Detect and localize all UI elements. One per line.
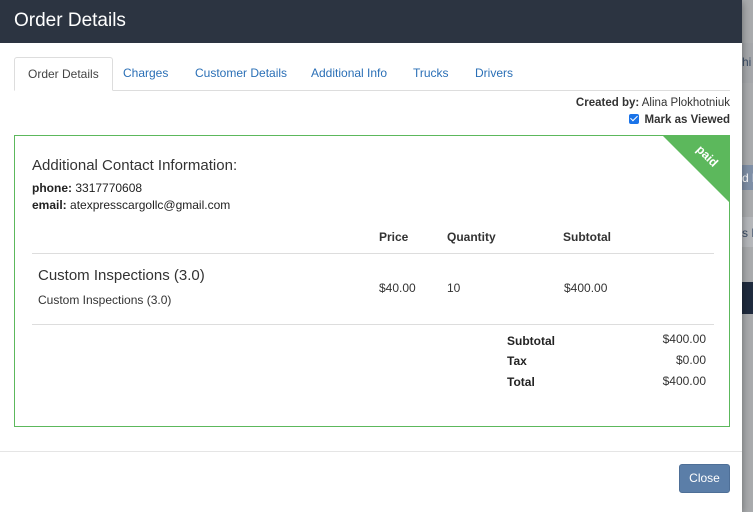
mark-as-viewed-label[interactable]: Mark as Viewed <box>645 114 730 126</box>
background-text-fragment: d l <box>742 171 753 185</box>
table-divider <box>32 253 714 254</box>
tab-order-details[interactable]: Order Details <box>14 57 113 91</box>
contact-email: email: atexpresscargollc@gmail.com <box>32 198 230 212</box>
item-quantity: 10 <box>447 281 461 295</box>
item-subtotal: $400.00 <box>564 281 608 295</box>
created-by-label: Created by: <box>575 97 640 109</box>
summary-tax-value: $0.00 <box>675 353 706 367</box>
contact-title: Additional Contact Information: <box>32 157 238 174</box>
modal-title: Order Details <box>14 10 126 31</box>
summary-tax-label: Tax <box>507 354 527 368</box>
summary-total-label: Total <box>507 375 535 389</box>
tab-drivers[interactable]: Drivers <box>462 57 526 91</box>
tab-bar: Order Details Charges Customer Details A… <box>14 57 730 91</box>
item-description: Custom Inspections (3.0) <box>38 293 172 307</box>
background-text-fragment: hi <box>742 55 752 69</box>
contact-phone: phone: 3317770608 <box>32 181 142 195</box>
summary-total-value: $400.00 <box>662 374 706 388</box>
mark-as-viewed[interactable]: Mark as Viewed <box>576 112 730 129</box>
summary-subtotal-label: Subtotal <box>507 334 555 348</box>
table-divider <box>32 324 714 325</box>
order-details-modal: Order Details Order Details Charges Cust… <box>0 0 742 512</box>
status-ribbon: paid <box>660 136 729 205</box>
tab-additional-info[interactable]: Additional Info <box>298 57 400 91</box>
tab-charges[interactable]: Charges <box>110 57 181 91</box>
tab-customer-details[interactable]: Customer Details <box>182 57 300 91</box>
email-value: atexpresscargollc@gmail.com <box>70 198 231 212</box>
created-by: Created by: Alina Plokhotniuk <box>576 95 730 112</box>
summary-subtotal-value: $400.00 <box>662 332 706 346</box>
footer-divider <box>0 451 742 452</box>
tab-trucks[interactable]: Trucks <box>400 57 462 91</box>
column-header-subtotal: Subtotal <box>563 230 611 244</box>
order-panel: paid Additional Contact Information: pho… <box>14 135 730 427</box>
email-label: email: <box>32 198 67 212</box>
column-header-quantity: Quantity <box>447 230 496 244</box>
mark-as-viewed-checkbox[interactable] <box>628 114 639 124</box>
item-name: Custom Inspections (3.0) <box>38 267 205 284</box>
modal-header: Order Details <box>0 0 742 43</box>
background-text-fragment: s N <box>742 226 753 240</box>
phone-value: 3317770608 <box>75 181 143 195</box>
order-meta: Created by: Alina Plokhotniuk Mark as Vi… <box>576 95 730 129</box>
phone-label: phone: <box>32 181 72 195</box>
item-price: $40.00 <box>379 281 416 295</box>
close-button[interactable]: Close <box>679 464 730 493</box>
column-header-price: Price <box>379 230 409 244</box>
created-by-value: Alina Plokhotniuk <box>641 97 730 109</box>
status-ribbon-background <box>662 136 729 203</box>
